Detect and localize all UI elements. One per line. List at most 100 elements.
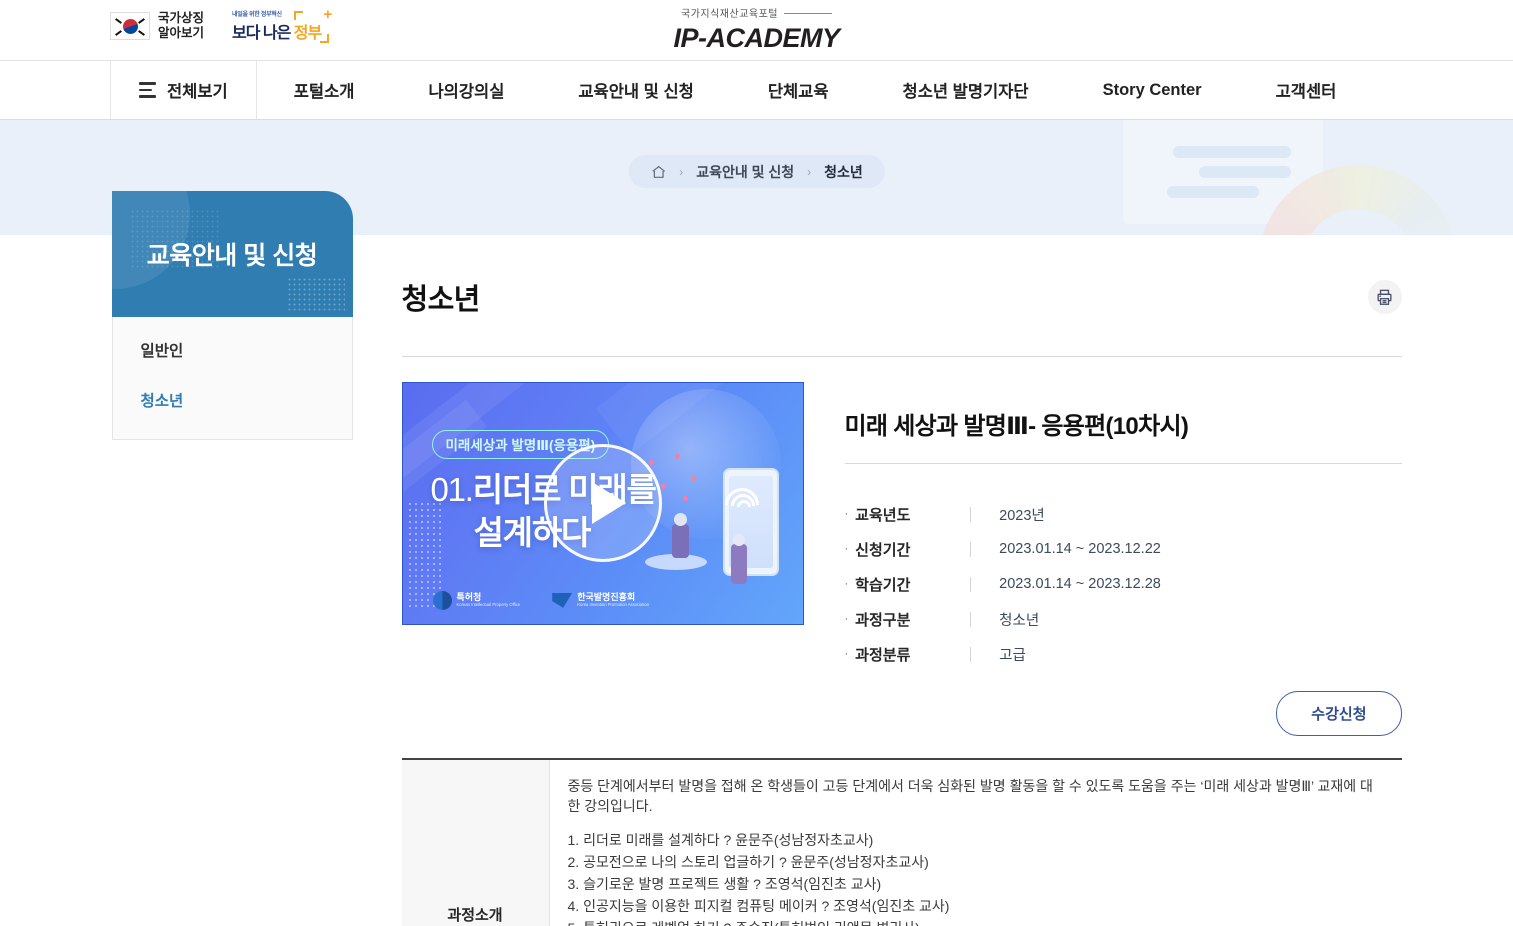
brand-sup-text: 국가지식재산교육포털 <box>681 5 832 20</box>
list-item: 4. 인공지능을 이용한 피지컬 컴퓨팅 메이커 ? 조영석(임진초 교사) <box>567 897 950 914</box>
better-gov-main: 보다 나은 정부 <box>232 19 322 43</box>
nav-item-portal-intro[interactable]: 포털소개 <box>257 61 392 119</box>
course-field-label-year: 교육년도 <box>855 506 911 524</box>
brand-name-text: IP-ACADEMY <box>673 23 840 53</box>
main-content: 청소년 미래세상과 발명Ⅲ(응용편) 01.리더로 미래를 설계하다 특허청 K… <box>401 235 1402 926</box>
list-item: 2. 공모전으로 나의 스토리 업글하기 ? 윤문주(성남정자초교사) <box>567 853 929 870</box>
course-field-label-study-period: 학습기간 <box>855 576 911 594</box>
kipa-logo-sub: Korea Invention Promotion Association <box>577 602 650 608</box>
breadcrumb: › 교육안내 및 신청 › 청소년 <box>628 155 885 188</box>
content-wrapper: 교육안내 및 신청 일반인 청소년 청소년 미래세상과 발명Ⅲ(응용편) 01.… <box>111 191 1402 926</box>
site-brand[interactable]: 국가지식재산교육포털 IP-ACADEMY <box>673 4 840 54</box>
field-divider <box>970 506 972 522</box>
sidebar-item-general[interactable]: 일반인 <box>113 325 352 375</box>
thumb-partner-logos: 특허청 Korean Intellectual Property Office … <box>432 590 649 610</box>
play-triangle <box>591 482 626 525</box>
page-header: 청소년 <box>401 257 1402 357</box>
global-navigation: 전체보기 포털소개 나의강의실 교육안내 및 신청 단체교육 청소년 발명기자단… <box>0 60 1513 120</box>
bullet-icon: · <box>844 613 849 626</box>
person-head-1 <box>673 512 687 526</box>
nav-item-youth-reporters[interactable]: 청소년 발명기자단 <box>866 61 1066 119</box>
kipo-logo-name: 특허청 <box>456 592 482 603</box>
course-field-value-apply-period: 2023.01.14 ~ 2023.12.22 <box>999 541 1161 558</box>
course-field-value-category: 청소년 <box>999 612 1040 629</box>
list-item: 1. 리더로 미래를 설계하다 ? 윤문주(성남정자초교사) <box>567 831 874 848</box>
play-icon[interactable] <box>543 444 662 563</box>
sidebar-header: 교육안내 및 신청 <box>111 191 353 317</box>
apply-button-area: 수강신청 <box>402 690 1402 736</box>
better-gov-main-a: 보다 나은 <box>232 25 291 42</box>
course-field-label-level: 과정분류 <box>855 646 911 664</box>
thumb-lesson-number: 01. <box>430 470 474 508</box>
kipa-logo-name: 한국발명진흥회 <box>577 592 636 603</box>
left-sidebar: 교육안내 및 신청 일반인 청소년 <box>111 191 353 440</box>
korea-flag-icon <box>110 12 150 40</box>
list-item: 3. 슬기로운 발명 프로젝트 생활 ? 조영석(임진초 교사) <box>567 875 882 892</box>
nav-item-my-classroom[interactable]: 나의강의실 <box>391 61 541 119</box>
sidebar-title: 교육안내 및 신청 <box>146 242 318 270</box>
apply-course-button[interactable]: 수강신청 <box>1276 690 1402 736</box>
better-gov-main-b: 정부 <box>293 25 322 42</box>
korea-national-symbol-link[interactable]: 국가상징 알아보기 <box>110 11 204 41</box>
printer-icon[interactable] <box>1367 280 1402 315</box>
decoration-line-3 <box>1167 186 1259 198</box>
sidebar-dot-pattern <box>286 277 345 311</box>
field-divider <box>970 576 972 592</box>
bullet-icon: · <box>844 578 849 591</box>
top-utility-bar: 국가상징 알아보기 + 내일을 위한 정부혁신 보다 나은 정부 국가지식재산교… <box>0 0 1513 60</box>
breadcrumb-separator-2: › <box>807 164 812 179</box>
bullet-icon: · <box>844 508 849 521</box>
person-head-2 <box>732 533 745 546</box>
course-field-row: · 신청기간 2023.01.14 ~ 2023.12.22 <box>845 539 1402 560</box>
sidebar-item-youth[interactable]: 청소년 <box>113 375 352 425</box>
home-icon[interactable] <box>650 164 666 180</box>
bracket-decoration-bottom <box>320 34 330 43</box>
breadcrumb-item-course-guide[interactable]: 교육안내 및 신청 <box>696 162 794 182</box>
description-body-cell: 중등 단계에서부터 발명을 접해 온 학생들이 고등 단계에서 더욱 심화된 발… <box>550 760 1402 926</box>
kipo-logo: 특허청 Korean Intellectual Property Office <box>432 590 520 610</box>
course-field-row: · 학습기간 2023.01.14 ~ 2023.12.28 <box>845 574 1402 595</box>
thumb-illustration <box>644 448 785 598</box>
page-title: 청소년 <box>401 284 481 317</box>
bullet-icon: · <box>844 543 849 556</box>
better-gov-sup: 내일을 위한 정부혁신 <box>232 12 282 18</box>
bullet-icon: · <box>844 648 849 661</box>
nav-menu-list: 포털소개 나의강의실 교육안내 및 신청 단체교육 청소년 발명기자단 Stor… <box>257 61 1374 119</box>
field-divider <box>970 646 972 662</box>
course-video-thumbnail[interactable]: 미래세상과 발명Ⅲ(응용편) 01.리더로 미래를 설계하다 특허청 Korea… <box>401 381 804 625</box>
better-government-logo[interactable]: + 내일을 위한 정부혁신 보다 나은 정부 <box>226 7 332 45</box>
hamburger-icon <box>139 82 156 98</box>
decoration-line-2 <box>1199 166 1291 178</box>
field-divider <box>970 611 972 627</box>
course-summary: 미래세상과 발명Ⅲ(응용편) 01.리더로 미래를 설계하다 특허청 Korea… <box>401 357 1402 679</box>
gov-symbol-line1: 국가상징 <box>158 11 205 25</box>
course-field-value-study-period: 2023.01.14 ~ 2023.12.28 <box>999 576 1161 593</box>
course-field-list: · 교육년도 2023년 · 신청기간 2023.01.14 ~ 2023.12… <box>845 484 1402 665</box>
nav-view-all-label: 전체보기 <box>167 83 228 101</box>
person-illustration-1 <box>671 523 689 558</box>
list-item: 5. 특허권으로 레벨업 하기 ? 주승진(특허법인 리앤목 변리사) <box>568 918 1382 926</box>
person-illustration-2 <box>730 543 747 584</box>
description-header-cell: 과정소개 <box>401 759 550 926</box>
course-info-panel: 미래 세상과 발명Ⅲ- 응용편(10차시) · 교육년도 2023년 · 신청기… <box>844 382 1402 679</box>
nav-item-story-center[interactable]: Story Center <box>1066 61 1239 119</box>
decoration-line-1 <box>1173 146 1291 158</box>
nav-item-customer-center[interactable]: 고객센터 <box>1239 61 1374 119</box>
sidebar-menu-list: 일반인 청소년 <box>111 317 353 440</box>
kipa-logo: 한국발명진흥회 Korea Invention Promotion Associ… <box>552 592 649 608</box>
nav-item-course-guide[interactable]: 교육안내 및 신청 <box>541 61 730 119</box>
course-field-value-year: 2023년 <box>999 507 1045 524</box>
plus-icon: + <box>323 6 333 23</box>
field-divider <box>970 541 972 557</box>
page-body: 교육안내 및 신청 일반인 청소년 청소년 미래세상과 발명Ⅲ(응용편) 01.… <box>0 191 1513 926</box>
gov-symbol-line2: 알아보기 <box>158 26 205 40</box>
nav-view-all-button[interactable]: 전체보기 <box>110 61 257 119</box>
lesson-list: 1. 리더로 미래를 설계하다 ? 윤문주(성남정자초교사) 2. 공모전으로 … <box>568 830 1382 926</box>
bracket-decoration-top <box>294 11 304 20</box>
course-field-row: · 과정구분 청소년 <box>845 609 1402 630</box>
course-field-label-category: 과정구분 <box>855 611 911 629</box>
nav-item-group-education[interactable]: 단체교육 <box>731 61 866 119</box>
korea-national-symbol-label: 국가상징 알아보기 <box>158 11 204 41</box>
course-field-row: · 교육년도 2023년 <box>845 504 1402 525</box>
kipa-mark-icon <box>552 592 573 608</box>
